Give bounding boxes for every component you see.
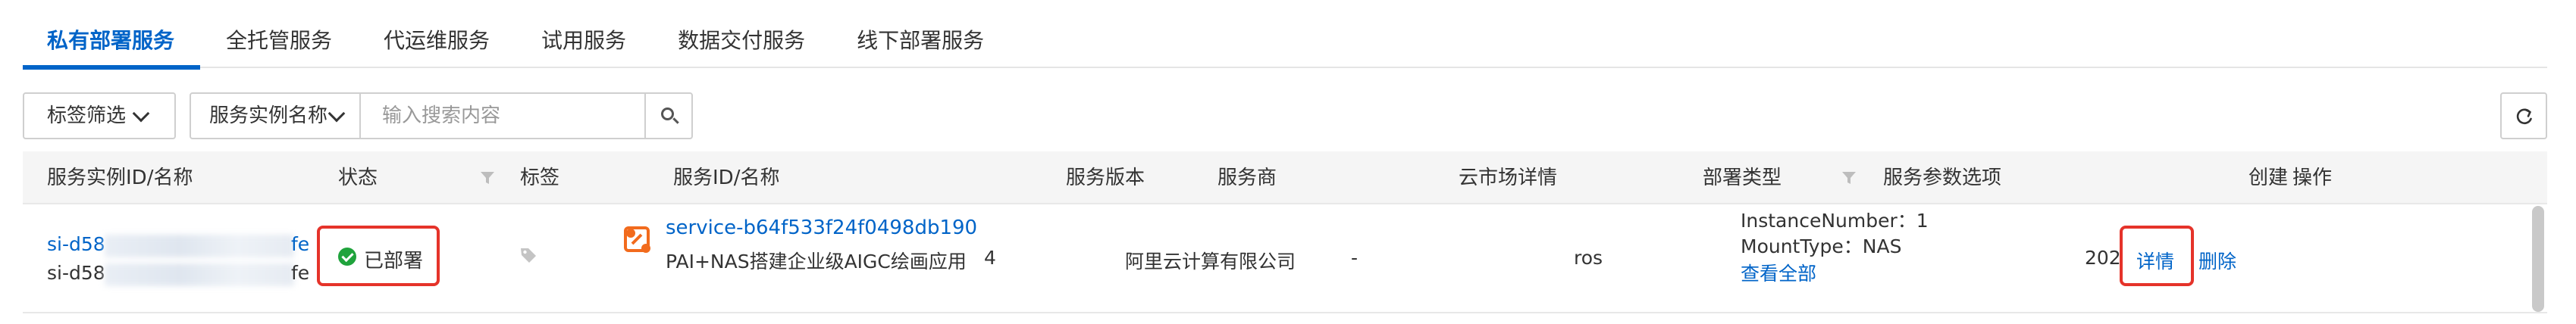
- search-button[interactable]: [644, 94, 691, 138]
- table-header: 服务实例ID/名称 状态 标签 服务ID/名称 服务版本 服务商 云市场详情 部…: [23, 151, 2547, 204]
- table-row: si-d58 fe si-d58 fe 已部署 service-b64f533f…: [23, 206, 2547, 313]
- tab-fully-managed[interactable]: 全托管服务: [200, 14, 358, 67]
- column-marketplace: 云市场详情: [1459, 167, 1558, 189]
- masked-instance-id: [105, 235, 294, 257]
- column-deploy-type: 部署类型: [1703, 167, 1782, 189]
- refresh-button[interactable]: [2500, 92, 2547, 139]
- service-version: 4: [984, 247, 996, 269]
- service-name: PAI+NAS搭建企业级AIGC绘画应用: [666, 251, 967, 273]
- status-highlight-box: [317, 226, 440, 286]
- column-service: 服务ID/名称: [673, 167, 780, 189]
- column-params: 服务参数选项: [1883, 167, 2002, 189]
- instance-id-suffix: fe: [291, 233, 310, 255]
- chevron-down-icon: [327, 104, 346, 123]
- details-highlight-box: [2120, 226, 2194, 286]
- deploy-type: ros: [1574, 247, 1603, 269]
- search-field-label: 服务实例名称: [209, 104, 328, 127]
- tab-trial[interactable]: 试用服务: [516, 14, 652, 67]
- masked-instance-name: [105, 263, 294, 286]
- column-instance: 服务实例ID/名称: [47, 167, 193, 189]
- tab-offline-deployment[interactable]: 线下部署服务: [831, 14, 1010, 67]
- search-field-select[interactable]: 服务实例名称: [191, 94, 361, 138]
- column-status: 状态: [338, 167, 378, 189]
- deploy-type-filter-icon[interactable]: [1841, 170, 1857, 186]
- param-instance-number: InstanceNumber：1: [1741, 210, 1929, 232]
- instance-id-link[interactable]: si-d58: [47, 233, 105, 255]
- search-input[interactable]: [361, 94, 644, 138]
- created-time: 202: [2085, 247, 2121, 269]
- service-icon: [624, 226, 650, 253]
- vertical-scrollbar[interactable]: [2532, 206, 2544, 312]
- marketplace-details: -: [1351, 247, 1359, 269]
- refresh-icon: [2516, 108, 2532, 125]
- tag-icon[interactable]: [519, 245, 538, 265]
- service-tabs: 私有部署服务 全托管服务 代运维服务 试用服务 数据交付服务 线下部署服务: [23, 14, 2547, 70]
- tab-managed-operations[interactable]: 代运维服务: [358, 14, 516, 67]
- param-mount-type: MountType：NAS: [1741, 235, 1902, 257]
- tab-private-deployment[interactable]: 私有部署服务: [23, 14, 201, 70]
- chevron-down-icon: [132, 104, 150, 123]
- instance-name-prefix: si-d58: [47, 262, 105, 284]
- column-tags: 标签: [520, 167, 560, 189]
- search-group: 服务实例名称: [190, 92, 693, 139]
- view-all-params-link[interactable]: 查看全部: [1741, 259, 1816, 286]
- column-provider: 服务商: [1217, 167, 1277, 189]
- column-actions: 操作: [2292, 167, 2333, 189]
- instance-name-suffix: fe: [291, 262, 310, 284]
- column-version: 服务版本: [1066, 167, 1145, 189]
- tab-data-delivery[interactable]: 数据交付服务: [652, 14, 831, 67]
- tag-filter-label: 标签筛选: [47, 104, 127, 127]
- service-provider: 阿里云计算有限公司: [1125, 251, 1296, 273]
- tag-filter-dropdown[interactable]: 标签筛选: [23, 92, 176, 139]
- status-filter-icon[interactable]: [479, 170, 496, 186]
- delete-button[interactable]: 删除: [2198, 247, 2236, 274]
- column-created: 创建: [2249, 167, 2289, 189]
- service-id-link[interactable]: service-b64f533f24f0498db190: [666, 217, 977, 239]
